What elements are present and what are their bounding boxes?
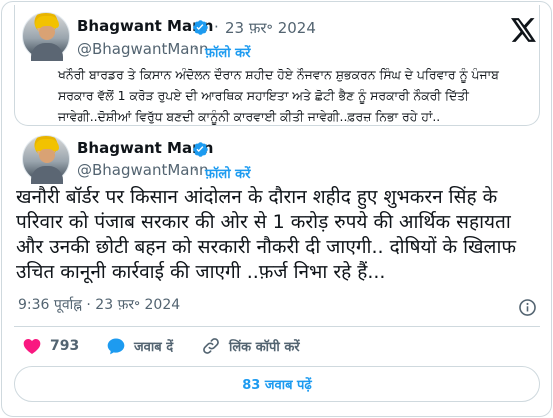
handle-separator: · (193, 161, 198, 179)
link-icon (203, 338, 219, 354)
quoted-follow-button[interactable]: फ़ॉलो करें (205, 43, 250, 61)
quoted-date[interactable]: 23 फ़र॰ 2024 (225, 18, 316, 38)
like-count: 793 (50, 338, 80, 354)
copy-link-label: लिंक कॉपी करें (229, 340, 300, 355)
quoted-handle[interactable]: @BhagwantMann (77, 40, 209, 58)
quoted-separator: · (214, 18, 219, 36)
tweet-text: खनौरी बॉर्डर पर किसान आंदोलन के दौरान शह… (16, 186, 517, 283)
reply-label: जवाब दें (134, 340, 174, 355)
info-icon[interactable] (518, 298, 537, 317)
follow-button[interactable]: फ़ॉलो करें (205, 164, 250, 182)
verified-badge-icon (193, 20, 208, 35)
quoted-tweet-text: ਖਨੌਰੀ ਬਾਰਡਰ ਤੇ ਕਿਸਾਨ ਅੰਦੋਲਨ ਦੌਰਾਨ ਸ਼ਹੀਦ … (58, 67, 499, 124)
like-button[interactable]: 793 (22, 336, 79, 356)
author-handle[interactable]: @BhagwantMann (77, 161, 209, 179)
quoted-avatar[interactable] (22, 12, 70, 61)
read-replies-button[interactable]: 83 जवाब पढ़ें (14, 366, 540, 402)
copy-link-button[interactable]: लिंक कॉपी करें (201, 336, 300, 356)
heart-icon (23, 339, 41, 354)
author-avatar[interactable] (22, 135, 70, 184)
tweet-timestamp[interactable]: 9:36 पूर्वाह्न · 23 फ़र॰ 2024 (18, 295, 180, 314)
tweet-embed-card: Bhagwant Mann · 23 फ़र॰ 2024 @BhagwantMa… (1, 1, 552, 417)
quoted-handle-separator: · (193, 40, 198, 58)
divider (14, 326, 540, 327)
reply-bubble-icon (107, 338, 125, 355)
verified-badge-icon (193, 142, 208, 157)
reply-button[interactable]: जवाब दें (106, 336, 173, 356)
